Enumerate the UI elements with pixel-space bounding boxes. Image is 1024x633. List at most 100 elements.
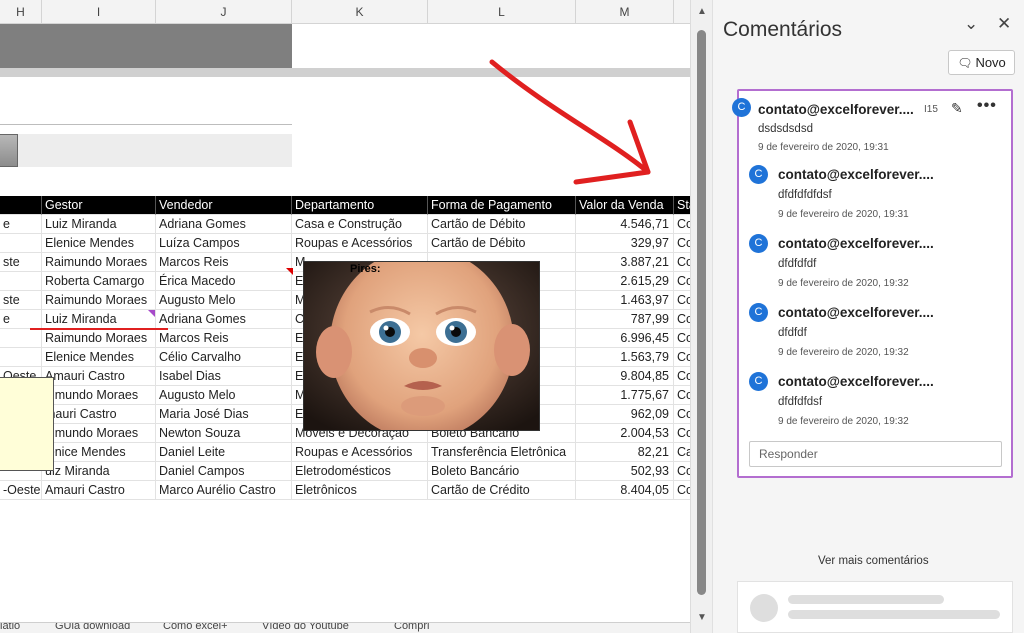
table-cell[interactable]: Ca	[674, 443, 690, 462]
table-cell[interactable]	[0, 348, 42, 367]
table-cell[interactable]: 6.996,45	[576, 329, 674, 348]
table-cell[interactable]: Co	[674, 272, 690, 291]
table-header-cell[interactable]: Vendedor	[156, 196, 292, 215]
table-cell[interactable]: Co	[674, 424, 690, 443]
vertical-scrollbar[interactable]: ▲ ▼	[690, 0, 712, 633]
table-cell[interactable]: 1.463,97	[576, 291, 674, 310]
table-cell[interactable]: aimundo Moraes	[42, 424, 156, 443]
comment-image-baby[interactable]	[303, 261, 540, 431]
column-header-j[interactable]: J	[156, 0, 292, 24]
spreadsheet-grid[interactable]: H I J K L M Gestor Vendedor Departamento Fo…	[0, 0, 690, 633]
table-header-cell[interactable]: Departamento	[292, 196, 428, 215]
table-cell[interactable]	[0, 272, 42, 291]
table-cell[interactable]: 82,21	[576, 443, 674, 462]
table-cell[interactable]: Luiz Miranda	[42, 310, 156, 329]
table-cell[interactable]: Co	[674, 386, 690, 405]
table-cell[interactable]: 9.804,85	[576, 367, 674, 386]
table-cell[interactable]: Adriana Gomes	[156, 310, 292, 329]
table-cell[interactable]: Co	[674, 462, 690, 481]
note-box[interactable]	[0, 377, 54, 471]
table-cell[interactable]: Daniel Campos	[156, 462, 292, 481]
table-cell[interactable]: Luiz Miranda	[42, 215, 156, 234]
table-cell[interactable]: Co	[674, 405, 690, 424]
table-cell[interactable]: Raimundo Moraes	[42, 253, 156, 272]
table-cell[interactable]: Érica Macedo	[156, 272, 292, 291]
table-cell[interactable]: ste	[0, 291, 42, 310]
table-cell[interactable]: Elenice Mendes	[42, 348, 156, 367]
table-cell[interactable]: Co	[674, 481, 690, 500]
table-cell[interactable]: Co	[674, 215, 690, 234]
comment-thread[interactable]: C contato@excelforever.... I15 ✎ ••• dsd…	[732, 89, 1013, 478]
table-cell[interactable]: 3.887,21	[576, 253, 674, 272]
close-icon[interactable]: ✕	[997, 14, 1011, 34]
table-header-cell[interactable]: Forma de Pagamento	[428, 196, 576, 215]
comment-indicator-red[interactable]	[286, 268, 293, 275]
macro-shape-button[interactable]	[0, 134, 18, 167]
table-cell[interactable]: 8.404,05	[576, 481, 674, 500]
sheet-tab-3[interactable]: Como excel+	[163, 623, 228, 632]
column-header-l[interactable]: L	[428, 0, 576, 24]
table-header-cell[interactable]: Sta	[674, 196, 690, 215]
table-cell[interactable]: Elenice Mendes	[42, 234, 156, 253]
table-cell[interactable]: Raimundo Moraes	[42, 291, 156, 310]
table-cell[interactable]: Cartão de Débito	[428, 234, 576, 253]
table-cell[interactable]: 787,99	[576, 310, 674, 329]
table-cell[interactable]: 1.775,67	[576, 386, 674, 405]
comment-indicator-purple[interactable]	[148, 310, 155, 317]
sheet-tab-4[interactable]: Vídeo do Youtube	[262, 623, 349, 632]
table-cell[interactable]: Isabel Dias	[156, 367, 292, 386]
table-cell[interactable]: 502,93	[576, 462, 674, 481]
table-cell[interactable]	[0, 329, 42, 348]
table-cell[interactable]: Marcos Reis	[156, 253, 292, 272]
cell-reference[interactable]: I15	[924, 104, 938, 115]
column-header-h[interactable]: H	[0, 0, 42, 24]
table-cell[interactable]: Co	[674, 329, 690, 348]
column-header-k[interactable]: K	[292, 0, 428, 24]
table-cell[interactable]: mauri Castro	[42, 405, 156, 424]
table-cell[interactable]: Roberta Camargo	[42, 272, 156, 291]
table-cell[interactable]: e	[0, 310, 42, 329]
table-cell[interactable]: Raimundo Moraes	[42, 329, 156, 348]
table-cell[interactable]: Augusto Melo	[156, 291, 292, 310]
new-comment-button[interactable]: 🗨 Novo	[948, 50, 1015, 75]
column-header-i[interactable]: I	[42, 0, 156, 24]
reply-input[interactable]: Responder	[749, 441, 1002, 467]
chevron-down-icon[interactable]: ⌄	[964, 14, 978, 34]
sheet-tab-5[interactable]: Comprl	[394, 623, 429, 632]
table-cell[interactable]: Marco Aurélio Castro	[156, 481, 292, 500]
table-cell[interactable]: Célio Carvalho	[156, 348, 292, 367]
table-cell[interactable]: Cartão de Crédito	[428, 481, 576, 500]
table-cell[interactable]: Amauri Castro	[42, 367, 156, 386]
table-cell[interactable]: Adriana Gomes	[156, 215, 292, 234]
table-cell[interactable]	[0, 234, 42, 253]
table-cell[interactable]: Co	[674, 367, 690, 386]
table-cell[interactable]: 329,97	[576, 234, 674, 253]
table-cell[interactable]: Roupas e Acessórios	[292, 443, 428, 462]
scrollbar-thumb[interactable]	[697, 30, 706, 595]
table-cell[interactable]: 2.615,29	[576, 272, 674, 291]
table-cell[interactable]: Casa e Construção	[292, 215, 428, 234]
table-cell[interactable]: Co	[674, 234, 690, 253]
table-cell[interactable]: Co	[674, 348, 690, 367]
table-cell[interactable]: 4.546,71	[576, 215, 674, 234]
table-cell[interactable]: Roupas e Acessórios	[292, 234, 428, 253]
table-cell[interactable]: lenice Mendes	[42, 443, 156, 462]
table-cell[interactable]: Augusto Melo	[156, 386, 292, 405]
table-cell[interactable]: Eletrônicos	[292, 481, 428, 500]
sheet-tab-1[interactable]: látio	[0, 623, 20, 632]
scroll-down-icon[interactable]: ▼	[691, 612, 713, 623]
column-header-m[interactable]: M	[576, 0, 674, 24]
table-cell[interactable]: Boleto Bancário	[428, 462, 576, 481]
scroll-up-icon[interactable]: ▲	[691, 6, 713, 17]
table-cell[interactable]: -Oeste	[0, 481, 42, 500]
table-cell[interactable]: uiz Miranda	[42, 462, 156, 481]
table-cell[interactable]: aimundo Moraes	[42, 386, 156, 405]
table-cell[interactable]: Eletrodomésticos	[292, 462, 428, 481]
table-header-cell[interactable]	[0, 196, 42, 215]
table-cell[interactable]: Co	[674, 310, 690, 329]
table-cell[interactable]: e	[0, 215, 42, 234]
table-cell[interactable]: ste	[0, 253, 42, 272]
table-cell[interactable]: 2.004,53	[576, 424, 674, 443]
table-cell[interactable]: Co	[674, 253, 690, 272]
table-cell[interactable]: 962,09	[576, 405, 674, 424]
